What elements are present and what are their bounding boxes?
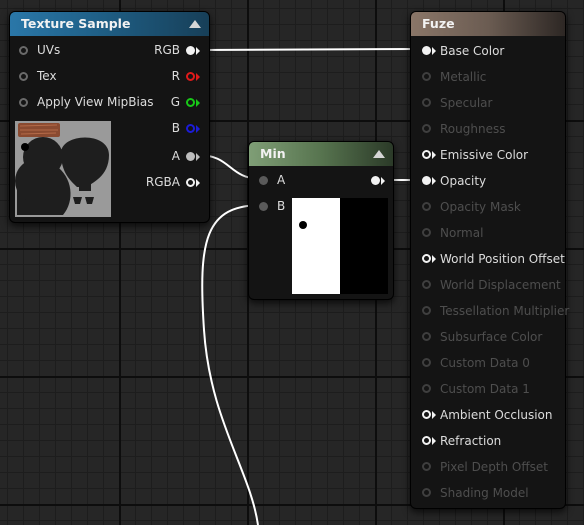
g-output-label: G	[170, 95, 180, 109]
fuze-pin-7-input[interactable]	[422, 228, 431, 237]
fuze-pin-3-input[interactable]	[422, 124, 431, 133]
fuze-pin-label: Base Color	[440, 44, 505, 58]
fuze-pin-arrow-icon	[432, 437, 436, 445]
fuze-pin-arrow-icon	[432, 177, 436, 185]
a-output-pin[interactable]	[186, 152, 195, 161]
mipbias-input-pin[interactable]	[19, 98, 28, 107]
fuze-pin-label: Ambient Occlusion	[440, 408, 553, 422]
fuze-pin-label: Normal	[440, 226, 484, 240]
min-output-arrow-icon	[381, 177, 385, 185]
b-output-pin[interactable]	[186, 124, 195, 133]
min-title: Min	[260, 146, 286, 161]
rgb-output-label: RGB	[154, 43, 180, 57]
a-output-label: A	[171, 149, 180, 163]
fuze-pin-14-input[interactable]	[422, 410, 431, 419]
g-output-pin[interactable]	[186, 98, 195, 107]
texture-sample-title: Texture Sample	[21, 16, 131, 31]
fuze-pin-arrow-icon	[432, 47, 436, 55]
tex-label: Tex	[37, 69, 57, 83]
fuze-pin-4-input[interactable]	[422, 150, 431, 159]
fuze-pin-arrow-icon	[432, 151, 436, 159]
fuze-pin-11-input[interactable]	[422, 332, 431, 341]
fuze-pin-label: Custom Data 1	[440, 382, 530, 396]
fuze-pin-13-input[interactable]	[422, 384, 431, 393]
fuze-pin-5-input[interactable]	[422, 176, 431, 185]
fuze-pin-label: Specular	[440, 96, 493, 110]
fuze-pin-label: Opacity	[440, 174, 487, 188]
wire-rgb-to-base-color	[197, 48, 422, 51]
rgba-output-pin[interactable]	[186, 178, 195, 187]
min-preview-thumbnail[interactable]	[292, 198, 388, 294]
collapse-arrow-icon[interactable]	[189, 20, 201, 28]
min-node[interactable]: Min A B	[248, 141, 394, 300]
texture-sample-header[interactable]: Texture Sample	[10, 12, 209, 36]
fuze-pin-0-input[interactable]	[422, 46, 431, 55]
fuze-title: Fuze	[422, 16, 455, 31]
tex-input-pin[interactable]	[19, 72, 28, 81]
fuze-pin-8-input[interactable]	[422, 254, 431, 263]
rgba-output-label: RGBA	[145, 175, 180, 189]
texture-sample-node[interactable]: Texture Sample UVs Tex Apply View MipBia…	[9, 11, 210, 223]
min-b-label: B	[277, 199, 286, 213]
fuze-pin-label: Refraction	[440, 434, 502, 448]
fuze-pin-17-input[interactable]	[422, 488, 431, 497]
collapse-arrow-icon[interactable]	[373, 150, 385, 158]
fuze-material-node[interactable]: Fuze Base Color Metallic Specular Roughness…	[410, 11, 570, 509]
r-output-label: R	[171, 69, 180, 83]
fuze-pin-9-input[interactable]	[422, 280, 431, 289]
fuze-pin-2-input[interactable]	[422, 98, 431, 107]
uvs-label: UVs	[37, 43, 61, 57]
fuze-pin-label: Shading Model	[440, 486, 529, 500]
mipbias-label: Apply View MipBias	[37, 95, 154, 109]
fuze-pin-label: Custom Data 0	[440, 356, 530, 370]
fuze-pin-label: Metallic	[440, 70, 487, 84]
min-a-label: A	[277, 173, 286, 187]
fuze-pin-label: World Position Offset	[440, 252, 565, 266]
r-output-pin[interactable]	[186, 72, 195, 81]
b-output-label: B	[171, 121, 180, 135]
fuze-pin-1-input[interactable]	[422, 72, 431, 81]
rgb-arrow-icon	[196, 47, 200, 55]
g-arrow-icon	[196, 99, 200, 107]
min-header[interactable]: Min	[249, 142, 393, 166]
fuze-header[interactable]: Fuze	[411, 12, 565, 36]
fuze-pin-15-input[interactable]	[422, 436, 431, 445]
fuze-pin-label: Roughness	[440, 122, 506, 136]
fuze-pin-12-input[interactable]	[422, 358, 431, 367]
fuze-pin-label: Emissive Color	[440, 148, 529, 162]
fuze-pin-label: Subsurface Color	[440, 330, 543, 344]
min-a-input-pin[interactable]	[259, 176, 268, 185]
a-arrow-icon	[196, 153, 200, 161]
rgb-output-pin[interactable]	[186, 46, 195, 55]
fuze-pin-10-input[interactable]	[422, 306, 431, 315]
fuze-pin-6-input[interactable]	[422, 202, 431, 211]
fuze-pin-label: Opacity Mask	[440, 200, 521, 214]
min-output-pin[interactable]	[371, 176, 380, 185]
texture-preview-thumbnail[interactable]	[15, 121, 111, 217]
fuze-pin-label: Pixel Depth Offset	[440, 460, 548, 474]
fuze-pin-16-input[interactable]	[422, 462, 431, 471]
rgba-arrow-icon	[196, 179, 200, 187]
min-b-input-pin[interactable]	[259, 202, 268, 211]
fuze-pin-arrow-icon	[432, 255, 436, 263]
fuze-pin-label: Tessellation Multiplier	[440, 304, 570, 318]
fuze-pin-label: World Displacement	[440, 278, 561, 292]
uvs-input-pin[interactable]	[19, 46, 28, 55]
b-arrow-icon	[196, 125, 200, 133]
fuze-pin-arrow-icon	[432, 411, 436, 419]
r-arrow-icon	[196, 73, 200, 81]
